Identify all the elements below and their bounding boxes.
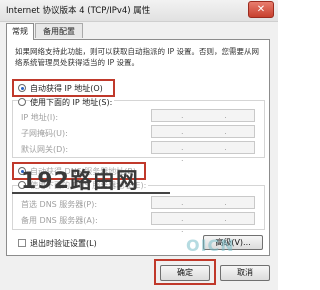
- ip-address-input[interactable]: . . .: [151, 109, 255, 131]
- tab-alternate-config[interactable]: 备用配置: [35, 23, 83, 38]
- subnet-mask-label: 子网掩码(U):: [21, 129, 68, 138]
- manual-ip-label: 使用下面的 IP 地址(S):: [30, 97, 115, 108]
- alternate-dns-label: 备用 DNS 服务器(A):: [21, 216, 98, 225]
- default-gateway-input[interactable]: . . .: [151, 141, 255, 163]
- tab-general[interactable]: 常规: [6, 23, 34, 40]
- close-icon: ✕: [256, 4, 266, 15]
- watermark-underline: [12, 192, 170, 194]
- auto-ip-label: 自动获得 IP 地址(O): [30, 84, 103, 93]
- preferred-dns-input[interactable]: . . .: [151, 196, 255, 218]
- site-watermark: 192路由网: [21, 169, 139, 194]
- ok-button[interactable]: 确定: [160, 265, 210, 281]
- title-bar: Internet 协议版本 4 (TCP/IPv4) 属性 ✕: [0, 0, 278, 22]
- tcpip-properties-dialog: Internet 协议版本 4 (TCP/IPv4) 属性 ✕ 常规 备用配置 …: [0, 0, 278, 290]
- ip-address-label: IP 地址(I):: [21, 113, 59, 122]
- general-tab-panel: 如果网络支持此功能，则可以获取自动指派的 IP 设置。否则，您需要从网络系统管理…: [6, 39, 270, 256]
- validate-settings-checkbox[interactable]: [18, 239, 26, 247]
- window-title: Internet 协议版本 4 (TCP/IPv4) 属性: [6, 6, 151, 16]
- auto-ip-radio[interactable]: [18, 84, 26, 92]
- default-gateway-label: 默认网关(D):: [21, 145, 69, 154]
- preferred-dns-label: 首选 DNS 服务器(P):: [21, 200, 98, 209]
- logo-watermark: OICN: [186, 236, 235, 255]
- alternate-dns-input[interactable]: . . .: [151, 212, 255, 234]
- manual-ip-radio[interactable]: [18, 98, 26, 106]
- subnet-mask-input[interactable]: . . .: [151, 125, 255, 147]
- description-text: 如果网络支持此功能，则可以获取自动指派的 IP 设置。否则，您需要从网络系统管理…: [15, 47, 260, 67]
- validate-settings-label: 退出时验证设置(L): [30, 239, 97, 248]
- cancel-button[interactable]: 取消: [220, 265, 270, 281]
- close-button[interactable]: ✕: [248, 1, 274, 18]
